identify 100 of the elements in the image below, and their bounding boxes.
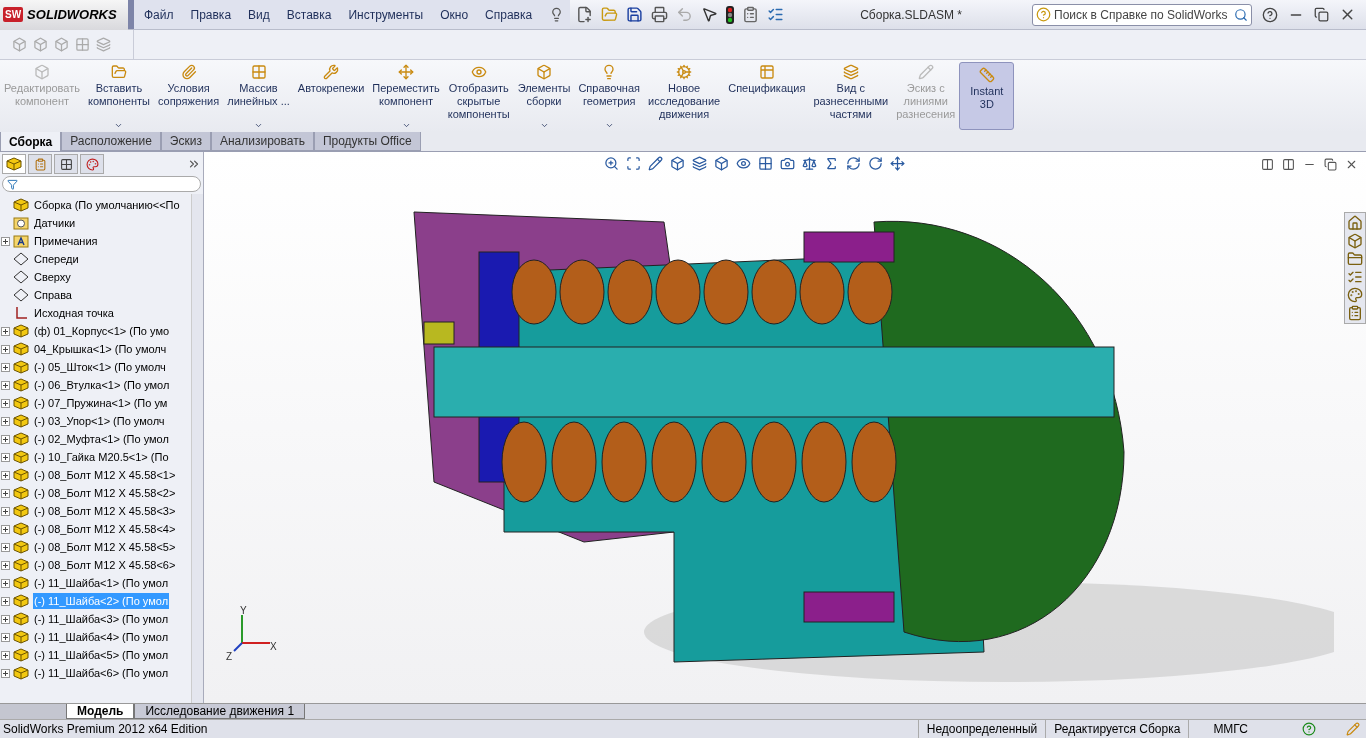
clipboard-icon[interactable] (742, 6, 760, 23)
tree-item[interactable]: Исходная точка (33, 304, 115, 322)
print-icon[interactable] (651, 6, 669, 23)
task-pane-icon[interactable] (1347, 287, 1363, 303)
ribbon-button[interactable]: Переместить компонент (368, 60, 444, 132)
save-icon[interactable] (626, 6, 644, 23)
tree-item[interactable]: (-) 08_Болт M12 X 45.58<5> (33, 538, 177, 556)
expand-toggle-icon[interactable] (1, 470, 10, 480)
tree-item[interactable]: Примечания (33, 232, 99, 250)
model-tab[interactable]: Модель (66, 704, 135, 719)
tree-item[interactable]: Датчики (33, 214, 77, 232)
view-tool-icon[interactable] (868, 156, 883, 171)
tree-item[interactable]: (-) 08_Болт M12 X 45.58<2> (33, 484, 177, 502)
tree-item[interactable]: (-) 08_Болт M12 X 45.58<4> (33, 520, 177, 538)
tree-item[interactable]: Сборка (По умолчанию<<По (33, 196, 181, 214)
command-tab[interactable]: Расположение (61, 131, 161, 151)
menu-item[interactable]: Вид (248, 5, 270, 24)
menu-item[interactable]: Файл (144, 5, 174, 24)
view-tool-icon[interactable] (670, 156, 685, 171)
tree-item[interactable]: Сверху (33, 268, 72, 286)
tree-item[interactable]: Справа (33, 286, 73, 304)
search-icon[interactable] (1234, 7, 1248, 22)
close-icon[interactable] (1345, 158, 1358, 171)
tree-item[interactable]: 04_Крышка<1> (По умолч (33, 340, 168, 358)
expand-toggle-icon[interactable] (1, 380, 10, 390)
view-tool-icon[interactable] (780, 156, 795, 171)
tree-item[interactable]: (-) 06_Втулка<1> (По умол (33, 376, 171, 394)
select-pointer-icon[interactable] (701, 6, 719, 23)
menu-item[interactable]: Инструменты (348, 5, 424, 24)
menu-item[interactable]: Справка (485, 5, 533, 24)
tree-item[interactable]: (-) 08_Болт M12 X 45.58<3> (33, 502, 177, 520)
ribbon-button[interactable]: Условия сопряжения (153, 60, 224, 132)
restore-icon[interactable] (1314, 7, 1329, 22)
view-tool-icon[interactable] (648, 156, 663, 171)
tree-item[interactable]: (-) 08_Болт M12 X 45.58<1> (33, 466, 177, 484)
expand-toggle-icon[interactable] (1, 506, 10, 516)
expand-toggle-icon[interactable] (1, 542, 10, 552)
expand-toggle-icon[interactable] (1, 668, 10, 678)
view-tool-icon[interactable] (758, 156, 773, 171)
help-icon[interactable] (1262, 6, 1278, 23)
tree-item[interactable]: (-) 11_Шайба<4> (По умол (33, 628, 170, 646)
tree-item[interactable]: (-) 11_Шайба<6> (По умол (33, 664, 170, 682)
expand-toggle-icon[interactable] (1, 398, 10, 408)
tree-item[interactable]: (-) 10_Гайка M20.5<1> (По (33, 448, 170, 466)
tree-item[interactable]: (-) 08_Болт M12 X 45.58<6> (33, 556, 177, 574)
tree-item[interactable]: (-) 02_Муфта<1> (По умол (33, 430, 170, 448)
expand-toggle-icon[interactable] (1, 434, 10, 444)
expand-toggle-icon[interactable] (1, 452, 10, 462)
expand-toggle-icon[interactable] (1, 578, 10, 588)
new-document-icon[interactable] (576, 6, 594, 23)
ribbon-button[interactable]: Массив линейных ... (223, 60, 294, 132)
ribbon-button[interactable]: Instant 3D (959, 62, 1015, 130)
tree-item[interactable]: (-) 11_Шайба<1> (По умол (33, 574, 170, 592)
menu-item[interactable]: Окно (440, 5, 469, 24)
command-tab[interactable]: Сборка (0, 131, 62, 151)
split-view-icon[interactable] (1261, 158, 1274, 171)
expand-toggle-icon[interactable] (1, 650, 10, 660)
tree-item[interactable]: (ф) 01_Корпус<1> (По умо (33, 322, 171, 340)
ribbon-button[interactable]: Автокрепежи (293, 60, 369, 132)
view-tool-icon[interactable] (604, 156, 619, 171)
ribbon-button[interactable]: Отобразить скрытые компоненты (443, 60, 514, 132)
view-tool-icon[interactable] (736, 156, 751, 171)
help-search-field[interactable]: Поиск в Справке по SolidWorks (1032, 3, 1252, 26)
graphics-area[interactable]: Y X Z (204, 152, 1366, 703)
expand-toggle-icon[interactable] (1, 614, 10, 624)
split-view-icon[interactable] (1282, 158, 1295, 171)
view-tool-icon[interactable] (802, 156, 817, 171)
view-tool-icon[interactable] (626, 156, 641, 171)
task-pane-icon[interactable] (1347, 233, 1363, 249)
expand-toggle-icon[interactable] (1, 560, 10, 570)
model-tab[interactable]: Исследование движения 1 (134, 704, 306, 719)
tree-item[interactable]: (-) 03_Упор<1> (По умолч (33, 412, 166, 430)
ribbon-button[interactable]: Элементы сборки (513, 60, 575, 132)
tree-item[interactable]: (-) 11_Шайба<5> (По умол (33, 646, 170, 664)
expand-toggle-icon[interactable] (1, 632, 10, 642)
appearance-tab[interactable] (80, 154, 104, 174)
view-tool-icon[interactable] (846, 156, 861, 171)
view-tool-icon[interactable] (824, 156, 839, 171)
ribbon-button[interactable]: Справочная геометрия (574, 60, 645, 132)
task-pane-icon[interactable] (1347, 269, 1363, 285)
tree-item[interactable]: (-) 07_Пружина<1> (По ум (33, 394, 169, 412)
filter-field[interactable] (2, 176, 201, 192)
expand-toggle-icon[interactable] (1, 236, 10, 246)
expand-toggle-icon[interactable] (1, 326, 10, 336)
expand-toggle-icon[interactable] (1, 488, 10, 498)
task-pane-icon[interactable] (1347, 251, 1363, 267)
feature-tree-tab[interactable] (2, 154, 26, 174)
ribbon-button[interactable]: Вид с разнесенными частями (809, 60, 893, 132)
configuration-tab[interactable] (54, 154, 78, 174)
expand-toggle-icon[interactable] (1, 596, 10, 606)
menu-item[interactable]: Вставка (286, 5, 332, 24)
view-tool-icon[interactable] (890, 156, 905, 171)
view-tool-icon[interactable] (714, 156, 729, 171)
ribbon-button[interactable]: Спецификация (724, 60, 810, 132)
traffic-light-icon[interactable] (726, 5, 735, 24)
expand-panel-icon[interactable] (187, 157, 201, 171)
tree-item[interactable]: (-) 05_Шток<1> (По умолч (33, 358, 167, 376)
task-pane-icon[interactable] (1347, 215, 1363, 231)
expand-toggle-icon[interactable] (1, 362, 10, 372)
task-pane-icon[interactable] (1347, 305, 1363, 321)
